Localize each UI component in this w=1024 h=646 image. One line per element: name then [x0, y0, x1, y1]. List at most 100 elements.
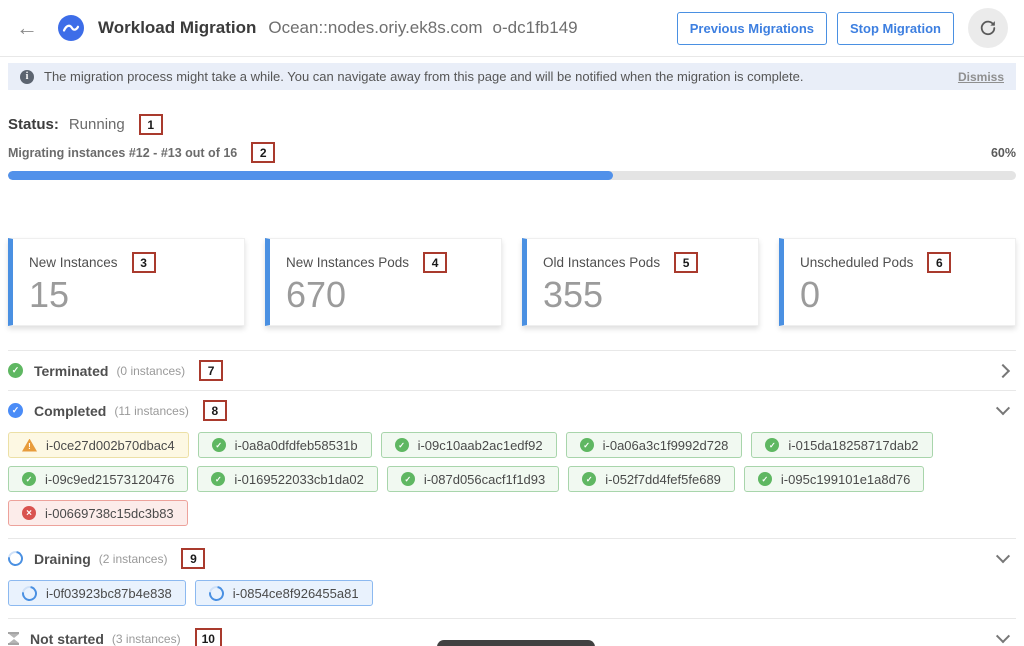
instance-id: i-0f03923bc87b4e838	[46, 586, 172, 601]
instance-id: i-052f7dd4fef5fe689	[605, 472, 721, 487]
status-row: Status: Running 1	[8, 114, 1016, 135]
annotation-callout-10: 10	[195, 628, 222, 646]
card-value: 355	[543, 277, 742, 313]
chip-status-icon	[395, 438, 409, 452]
card-label-row: New Instances Pods 4	[286, 252, 485, 273]
chip-status-icon	[206, 583, 227, 604]
instance-id: i-09c10aab2ac1edf92	[418, 438, 543, 453]
back-arrow-icon[interactable]: ←	[16, 17, 38, 39]
instance-chip: i-09c10aab2ac1edf92	[381, 432, 557, 458]
info-banner: i The migration process might take a whi…	[8, 63, 1016, 90]
hourglass-icon	[8, 632, 19, 645]
progress-bar-track	[8, 171, 1016, 180]
section-count: (11 instances)	[114, 404, 188, 418]
instance-chip: i-0169522033cb1da02	[197, 466, 377, 492]
chip-status-icon	[212, 438, 226, 452]
section-title: Not started	[30, 631, 104, 646]
instance-id: i-087d056cacf1f1d93	[424, 472, 545, 487]
card-label: Unscheduled Pods	[800, 255, 913, 270]
summary-card: Unscheduled Pods 6 0	[779, 238, 1016, 326]
chevron-down-icon[interactable]	[996, 629, 1010, 643]
migration-detail-text: Migrating instances #12 - #13 out of 16	[8, 146, 237, 160]
instance-sections: Terminated (0 instances) 7 Completed (11…	[8, 350, 1016, 646]
section-title: Draining	[34, 551, 91, 567]
card-label: New Instances	[29, 255, 118, 270]
chip-status-icon	[580, 438, 594, 452]
draining-instance-chips: i-0f03923bc87b4e838 i-0854ce8f926455a81	[8, 578, 1016, 618]
section-title: Completed	[34, 403, 106, 419]
refresh-icon	[979, 19, 997, 37]
chip-status-icon	[22, 439, 37, 452]
annotation-callout-1: 1	[139, 114, 163, 135]
instance-id: i-00669738c15dc3b83	[45, 506, 174, 521]
instance-chip: i-087d056cacf1f1d93	[387, 466, 559, 492]
stop-migration-button[interactable]: Stop Migration	[837, 12, 954, 45]
annotation-callout: 4	[423, 252, 447, 273]
check-circle-green-icon	[8, 363, 23, 378]
card-value: 670	[286, 277, 485, 313]
progress-percent-label: 60%	[991, 146, 1016, 160]
status-value: Running	[69, 116, 125, 133]
instance-chip: i-00669738c15dc3b83	[8, 500, 188, 526]
refresh-button[interactable]	[968, 8, 1008, 48]
annotation-callout: 5	[674, 252, 698, 273]
annotation-callout-8: 8	[203, 400, 227, 421]
status-label: Status:	[8, 116, 59, 133]
instance-id: i-0a8a0dfdfeb58531b	[235, 438, 358, 453]
chevron-right-icon[interactable]	[996, 363, 1010, 377]
section-draining: Draining (2 instances) 9 i-0f03923bc87b4…	[8, 538, 1016, 618]
annotation-callout-7: 7	[199, 360, 223, 381]
page-header: ← Workload Migration Ocean::nodes.oriy.e…	[0, 0, 1024, 57]
chip-status-icon	[22, 472, 36, 486]
summary-card: New Instances 3 15	[8, 238, 245, 326]
workload-migration-page: ← Workload Migration Ocean::nodes.oriy.e…	[0, 0, 1024, 646]
ocean-logo-icon	[58, 15, 84, 41]
summary-card: Old Instances Pods 5 355	[522, 238, 759, 326]
instance-chip: i-0f03923bc87b4e838	[8, 580, 186, 606]
annotation-callout: 6	[927, 252, 951, 273]
completed-instance-chips: i-0ce27d002b70dbac4 i-0a8a0dfdfeb58531b …	[8, 430, 1016, 538]
summary-cards: New Instances 3 15 New Instances Pods 4 …	[8, 238, 1016, 326]
chip-status-icon	[765, 438, 779, 452]
chip-status-icon	[401, 472, 415, 486]
chip-status-icon	[758, 472, 772, 486]
section-terminated: Terminated (0 instances) 7	[8, 350, 1016, 390]
instance-chip: i-015da18258717dab2	[751, 432, 932, 458]
instance-chip: i-0854ce8f926455a81	[195, 580, 373, 606]
section-count: (0 instances)	[116, 364, 185, 378]
main-content: Status: Running 1 Migrating instances #1…	[0, 114, 1024, 646]
instance-id: i-0169522033cb1da02	[234, 472, 363, 487]
card-label: Old Instances Pods	[543, 255, 660, 270]
annotation-callout-9: 9	[181, 548, 205, 569]
section-completed-header[interactable]: Completed (11 instances) 8	[8, 391, 1016, 430]
info-icon: i	[20, 70, 34, 84]
annotation-callout: 3	[132, 252, 156, 273]
dismiss-link[interactable]: Dismiss	[958, 70, 1004, 84]
card-value: 0	[800, 277, 999, 313]
section-terminated-header[interactable]: Terminated (0 instances) 7	[8, 351, 1016, 390]
instance-id: i-09c9ed21573120476	[45, 472, 174, 487]
progress-bar-fill	[8, 171, 613, 180]
migration-id: o-dc1fb149	[493, 18, 578, 38]
instance-chip: i-0ce27d002b70dbac4	[8, 432, 189, 458]
section-draining-header[interactable]: Draining (2 instances) 9	[8, 539, 1016, 578]
banner-text: The migration process might take a while…	[44, 69, 803, 84]
card-label: New Instances Pods	[286, 255, 409, 270]
spinner-icon	[5, 548, 26, 569]
instance-id: i-095c199101e1a8d76	[781, 472, 910, 487]
previous-migrations-button[interactable]: Previous Migrations	[677, 12, 827, 45]
instance-chip: i-095c199101e1a8d76	[744, 466, 924, 492]
chevron-down-icon[interactable]	[996, 401, 1010, 415]
chevron-down-icon[interactable]	[996, 549, 1010, 563]
chip-status-icon	[211, 472, 225, 486]
cut-off-tooltip	[437, 640, 595, 646]
chip-status-icon	[22, 506, 36, 520]
chip-status-icon	[582, 472, 596, 486]
card-label-row: New Instances 3	[29, 252, 228, 273]
instance-chip: i-052f7dd4fef5fe689	[568, 466, 735, 492]
section-title: Terminated	[34, 363, 108, 379]
instance-chip: i-09c9ed21573120476	[8, 466, 188, 492]
instance-id: i-015da18258717dab2	[788, 438, 918, 453]
migration-detail-row: Migrating instances #12 - #13 out of 16 …	[8, 142, 1016, 163]
instance-chip: i-0a8a0dfdfeb58531b	[198, 432, 372, 458]
